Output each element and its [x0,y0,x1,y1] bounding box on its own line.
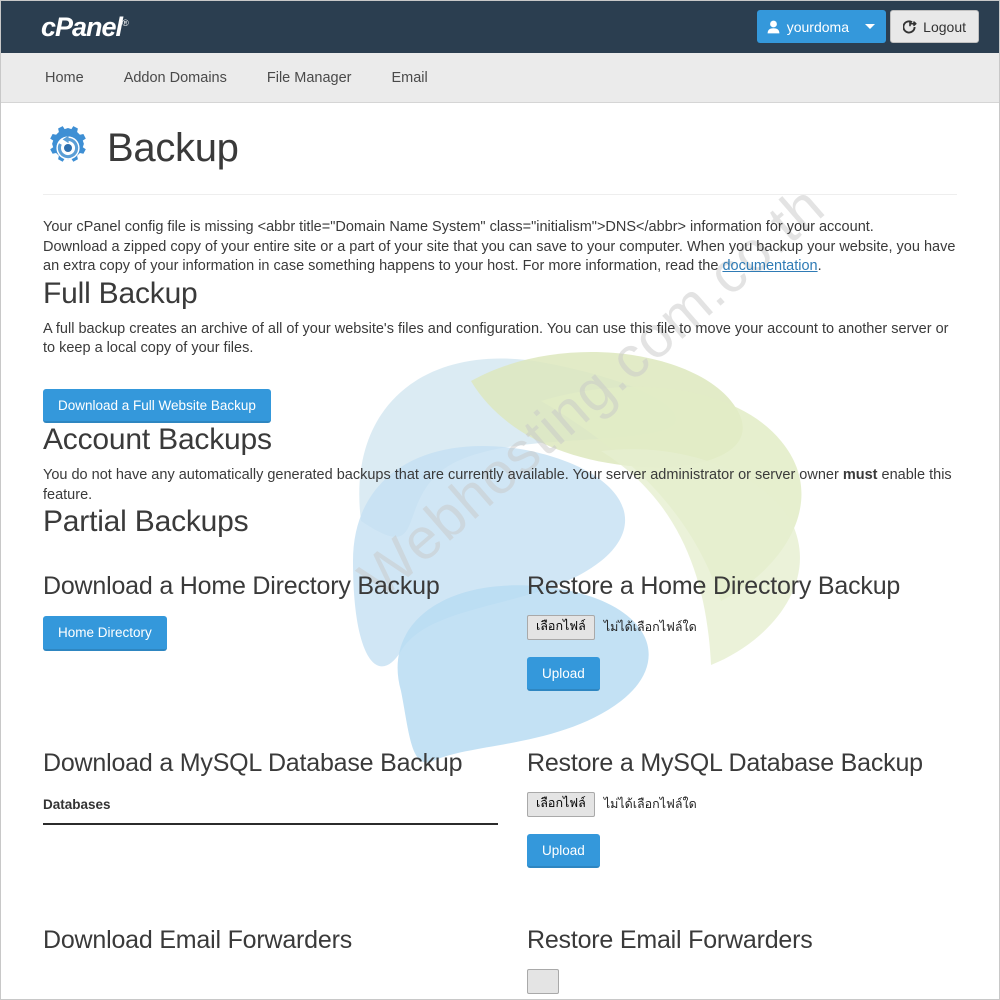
email-forwarders-file-input[interactable] [527,969,957,994]
intro-paragraph: Your cPanel config file is missing <abbr… [43,218,957,277]
databases-field-underline[interactable] [43,823,498,826]
databases-field-label: Databases [43,797,111,813]
main-nav: Home Addon Domains File Manager Email [1,53,999,103]
restore-home-directory-heading: Restore a Home Directory Backup [527,572,901,600]
logout-button[interactable]: Logout [890,10,979,43]
partial-backups-heading: Partial Backups [43,505,249,538]
home-directory-file-input[interactable]: เลือกไฟล์ ไม่ได้เลือกไฟล์ใด [527,615,957,640]
user-icon [767,20,780,33]
nav-item-addon-domains[interactable]: Addon Domains [124,70,227,86]
top-bar: cPanel® yourdoma Logout [1,1,999,53]
title-divider [43,194,957,195]
partial-backups-grid: Download a Home Directory Backup Home Di… [43,572,957,994]
logout-label: Logout [923,18,966,35]
cpanel-backup-page: Webhosting.com.co.th cPanel® yourdoma Lo… [0,0,1000,1000]
mysql-upload-button[interactable]: Upload [527,833,600,869]
logo-text: cPanel [41,12,123,42]
mysql-file-input[interactable]: เลือกไฟล์ ไม่ได้เลือกไฟล์ใด [527,792,957,817]
account-backups-description: You do not have any automatically genera… [43,466,957,505]
account-menu-button[interactable]: yourdoma [756,10,886,43]
full-backup-heading: Full Backup [43,276,198,310]
account-label: yourdoma [786,18,849,35]
nav-item-home[interactable]: Home [45,70,84,86]
page-title: Backup [107,125,239,170]
mysql-download-cell: Download a MySQL Database Backup Databas… [43,749,527,868]
full-backup-description: A full backup creates an archive of all … [43,320,949,357]
email-forwarders-restore-cell: Restore Email Forwarders [527,926,957,994]
logo-trademark: ® [122,18,129,28]
download-home-directory-heading: Download a Home Directory Backup [43,572,440,600]
mysql-restore-cell: Restore a MySQL Database Backup เลือกไฟล… [527,749,957,869]
nav-item-file-manager[interactable]: File Manager [267,70,352,86]
documentation-link[interactable]: documentation [722,258,817,274]
file-status-label: ไม่ได้เลือกไฟล์ใด [603,797,697,812]
restore-email-forwarders-heading: Restore Email Forwarders [527,926,813,955]
nav-item-email[interactable]: Email [391,70,427,86]
cpanel-logo: cPanel® [41,12,129,43]
logout-icon [903,19,917,33]
restore-mysql-heading: Restore a MySQL Database Backup [527,749,923,778]
download-full-website-backup-button[interactable]: Download a Full Website Backup [43,388,271,423]
file-status-label: ไม่ได้เลือกไฟล์ใด [603,620,697,635]
chevron-down-icon [865,24,875,29]
home-directory-button[interactable]: Home Directory [43,616,167,651]
download-email-forwarders-heading: Download Email Forwarders [43,926,353,955]
home-directory-restore-cell: Restore a Home Directory Backup เลือกไฟล… [527,572,957,692]
choose-file-button[interactable]: เลือกไฟล์ [527,792,595,817]
choose-file-button[interactable] [527,969,559,994]
home-directory-upload-button[interactable]: Upload [527,656,600,692]
download-mysql-heading: Download a MySQL Database Backup [43,749,463,778]
intro-line-2-end: . [817,258,822,274]
page-content: Backup Your cPanel config file is missin… [1,103,999,994]
account-backups-text-bold: must [842,467,878,483]
account-backups-heading: Account Backups [43,423,272,456]
intro-line-1: Your cPanel config file is missing <abbr… [43,219,874,235]
choose-file-button[interactable]: เลือกไฟล์ [527,615,595,640]
page-title-row: Backup [43,103,957,171]
home-directory-download-cell: Download a Home Directory Backup Home Di… [43,572,527,691]
email-forwarders-download-cell: Download Email Forwarders [43,926,527,994]
backup-gear-icon [50,126,86,162]
account-backups-text-before: You do not have any automatically genera… [43,467,843,483]
